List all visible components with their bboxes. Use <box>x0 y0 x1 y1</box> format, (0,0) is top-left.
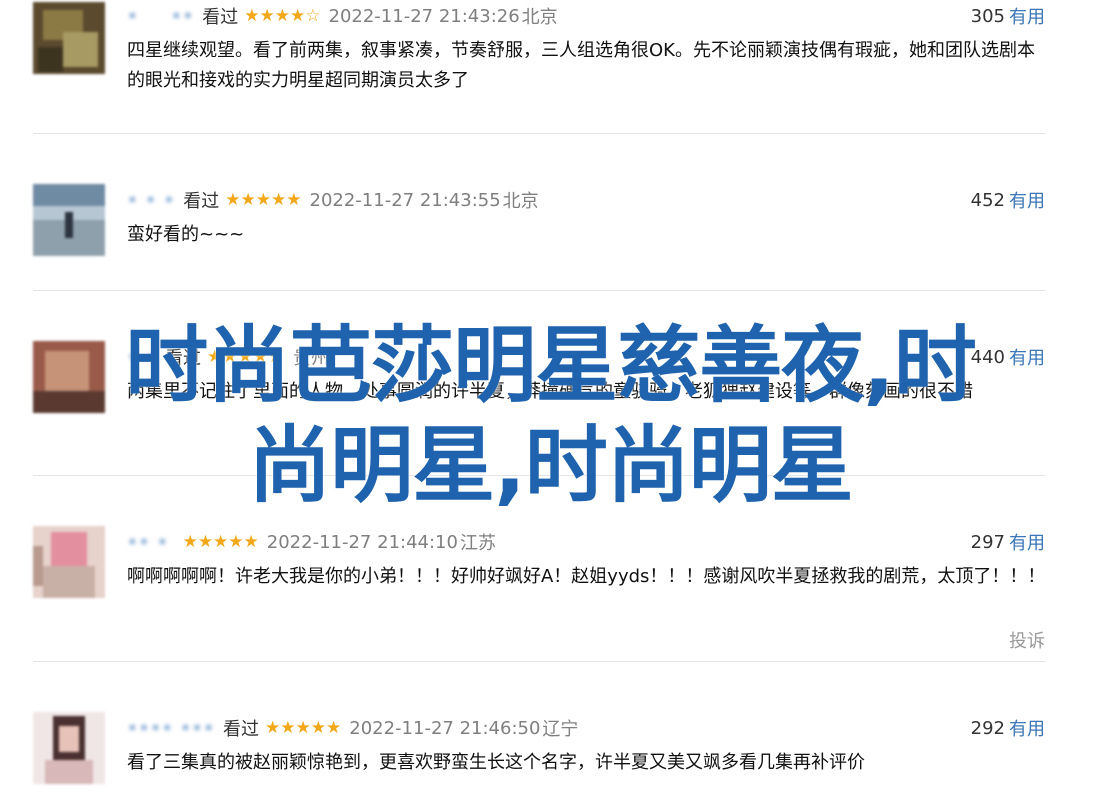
review-content: 四星继续观望。看了前两集，叙事紧凑，节奏舒服，三人组选角很OK。先不论丽颖演技偶… <box>127 40 1035 91</box>
review-time: 2022-11-27 21:46:50 <box>349 717 541 739</box>
user-avatar[interactable] <box>33 712 105 784</box>
watched-status: 看过 <box>223 719 260 740</box>
watched-status: 看过 <box>183 191 220 212</box>
watched-status: 看过 <box>202 7 239 28</box>
divider <box>33 661 1045 662</box>
review-time: 2022-11-27 21:43:55 <box>309 189 501 211</box>
user-avatar[interactable] <box>33 2 105 74</box>
overlay-title: 时尚芭莎明星慈善夜,时 尚明星,时尚明星 <box>0 316 1101 516</box>
review-location: 辽宁 <box>542 719 579 740</box>
divider <box>33 133 1045 134</box>
overlay-title-line-2: 尚明星,时尚明星 <box>248 417 854 514</box>
useful-count: 305 <box>970 5 1005 27</box>
user-avatar[interactable] <box>33 526 105 598</box>
report-button[interactable]: 投诉 <box>1009 627 1045 653</box>
username[interactable]: •• • <box>127 532 169 553</box>
username[interactable]: • • • <box>127 190 175 211</box>
overlay-title-line-1: 时尚芭莎明星慈善夜,时 <box>125 317 977 414</box>
review-content: 蛮好看的~~~ <box>127 224 245 245</box>
review-content: 看了三集真的被赵丽颖惊艳到，更喜欢野蛮生长这个名字，许半夏又美又飒多看几集再补评… <box>127 752 865 773</box>
username[interactable]: •••• ••• <box>127 718 215 739</box>
useful-count: 452 <box>970 189 1005 211</box>
divider <box>33 290 1045 291</box>
review-location: 江苏 <box>459 533 496 554</box>
review-content: 啊啊啊啊啊！许老大我是你的小弟！！！好帅好飒好A！赵姐yyds！！！感谢风吹半夏… <box>127 566 1046 587</box>
useful-button[interactable]: 有用 <box>1009 3 1045 29</box>
useful-count: 297 <box>970 531 1005 553</box>
star-rating: ★★★★★ <box>182 532 259 552</box>
star-rating: ★★★★★ <box>225 190 302 210</box>
user-avatar[interactable] <box>33 184 105 256</box>
useful-button[interactable]: 有用 <box>1009 529 1045 555</box>
review-location: 北京 <box>502 191 539 212</box>
star-rating: ★★★★★ <box>265 718 342 738</box>
star-rating: ★★★★☆ <box>244 6 321 26</box>
review-time: 2022-11-27 21:43:26 <box>328 5 520 27</box>
username[interactable]: • •• <box>127 6 194 27</box>
useful-button[interactable]: 有用 <box>1009 187 1045 213</box>
useful-button[interactable]: 有用 <box>1009 715 1045 741</box>
useful-count: 292 <box>970 717 1005 739</box>
review-time: 2022-11-27 21:44:10 <box>266 531 458 553</box>
review-location: 北京 <box>521 7 558 28</box>
